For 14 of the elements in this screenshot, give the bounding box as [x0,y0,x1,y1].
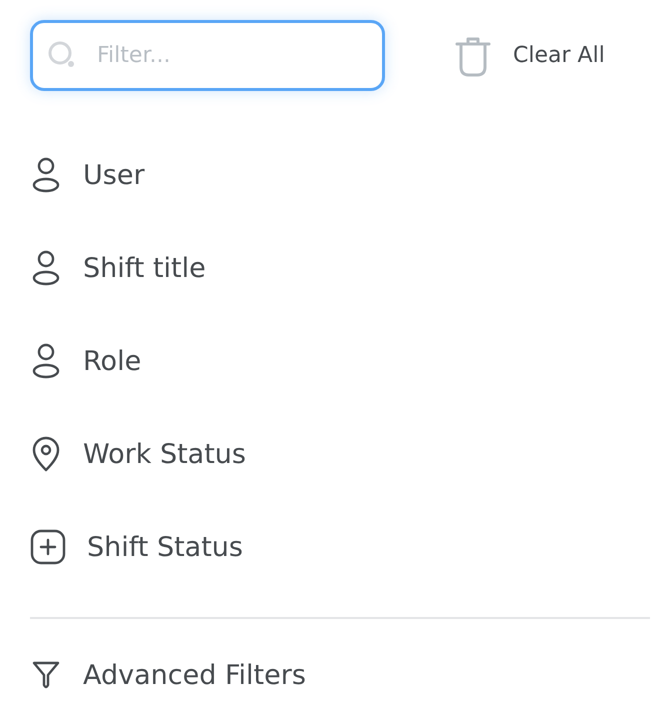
filter-item[interactable]: Role [30,343,650,379]
trash-icon [455,34,491,76]
clear-all-button[interactable]: Clear All [455,34,605,76]
person-icon [30,157,62,193]
advanced-filters-button[interactable]: Advanced Filters [30,657,306,693]
filter-item[interactable]: Shift Status [30,529,650,565]
filter-item[interactable]: User [30,157,650,193]
plus-square-icon [30,529,66,565]
location-pin-icon [30,436,62,472]
person-icon [30,343,62,379]
filter-item[interactable]: Work Status [30,436,650,472]
search-field[interactable]: Filter... [30,20,385,91]
person-icon [30,250,62,286]
filter-item[interactable]: Shift title [30,250,650,286]
